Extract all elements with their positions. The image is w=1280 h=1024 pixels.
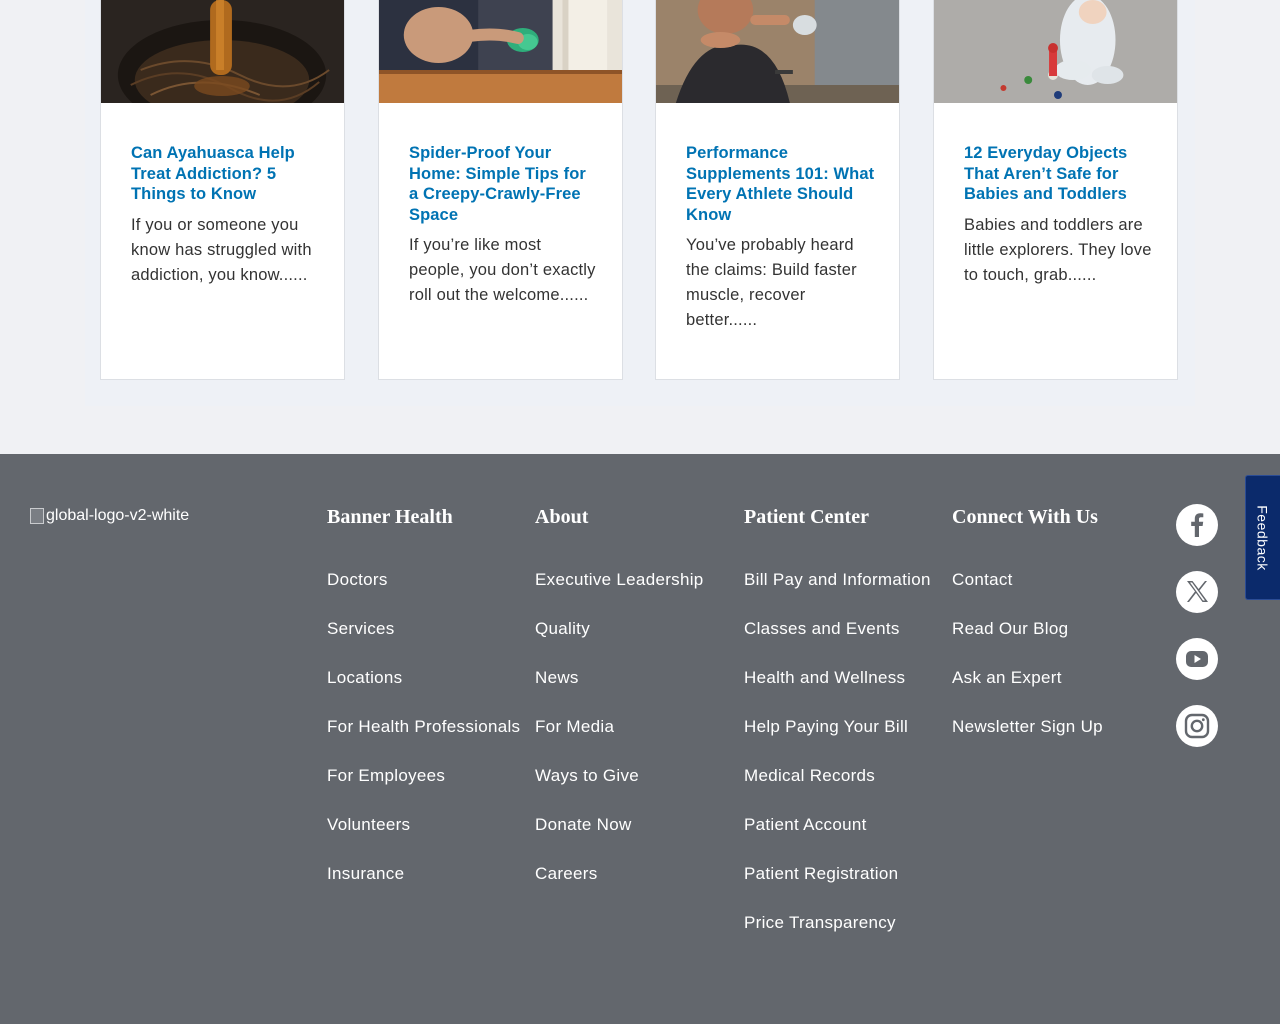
article-thumbnail[interactable] xyxy=(101,0,344,103)
article-excerpt: If you or someone you know has struggled… xyxy=(131,216,312,284)
footer-link-classes-events[interactable]: Classes and Events xyxy=(744,619,900,638)
youtube-icon[interactable] xyxy=(1176,638,1218,680)
article-thumbnail[interactable] xyxy=(656,0,899,103)
footer-link-help-paying[interactable]: Help Paying Your Bill xyxy=(744,717,908,736)
footer-link-contact[interactable]: Contact xyxy=(952,570,1013,589)
footer-link-ways-to-give[interactable]: Ways to Give xyxy=(535,766,639,785)
facebook-icon[interactable] xyxy=(1176,504,1218,546)
footer-link-volunteers[interactable]: Volunteers xyxy=(327,815,410,834)
footer-link-careers[interactable]: Careers xyxy=(535,864,598,883)
article-title[interactable]: Performance Supplements 101: What Every … xyxy=(686,143,876,225)
article-title[interactable]: Spider-Proof Your Home: Simple Tips for … xyxy=(409,143,599,225)
instagram-icon[interactable] xyxy=(1176,705,1218,747)
footer-link-employees[interactable]: For Employees xyxy=(327,766,445,785)
article-excerpt: Babies and toddlers are little explorers… xyxy=(964,216,1152,284)
footer-link-doctors[interactable]: Doctors xyxy=(327,570,388,589)
feedback-tab[interactable]: Feedback xyxy=(1245,475,1280,600)
footer-link-services[interactable]: Services xyxy=(327,619,395,638)
footer-link-donate-now[interactable]: Donate Now xyxy=(535,815,632,834)
article-thumbnail[interactable] xyxy=(934,0,1177,103)
footer-column-banner-health: Banner Health Doctors Services Locations… xyxy=(327,504,520,883)
article-title[interactable]: 12 Everyday Objects That Aren’t Safe for… xyxy=(964,143,1154,205)
footer-link-bill-pay[interactable]: Bill Pay and Information xyxy=(744,570,931,589)
footer-logo[interactable]: global-logo-v2-white xyxy=(30,507,189,525)
article-thumbnail[interactable] xyxy=(379,0,622,103)
feedback-label: Feedback xyxy=(1255,504,1272,571)
footer-link-news[interactable]: News xyxy=(535,668,579,687)
footer-link-health-professionals[interactable]: For Health Professionals xyxy=(327,717,520,736)
footer-column-about: About Executive Leadership Quality News … xyxy=(535,504,703,883)
logo-alt-text: global-logo-v2-white xyxy=(46,507,190,524)
x-icon[interactable] xyxy=(1176,571,1218,613)
footer-link-price-transparency[interactable]: Price Transparency xyxy=(744,913,896,932)
footer-column-heading: Patient Center xyxy=(744,506,869,528)
article-title[interactable]: Can Ayahuasca Help Treat Addiction? 5 Th… xyxy=(131,143,321,205)
footer-link-insurance[interactable]: Insurance xyxy=(327,864,404,883)
footer-link-health-wellness[interactable]: Health and Wellness xyxy=(744,668,905,687)
footer-column-connect: Connect With Us Contact Read Our Blog As… xyxy=(952,504,1103,736)
footer-link-quality[interactable]: Quality xyxy=(535,619,590,638)
footer-link-newsletter[interactable]: Newsletter Sign Up xyxy=(952,717,1103,736)
site-footer: global-logo-v2-white Banner Health Docto… xyxy=(0,454,1280,1024)
footer-column-heading: About xyxy=(535,506,589,528)
footer-link-patient-account[interactable]: Patient Account xyxy=(744,815,867,834)
footer-link-blog[interactable]: Read Our Blog xyxy=(952,619,1068,638)
footer-link-ask-expert[interactable]: Ask an Expert xyxy=(952,668,1062,687)
footer-link-patient-registration[interactable]: Patient Registration xyxy=(744,864,898,883)
footer-link-for-media[interactable]: For Media xyxy=(535,717,614,736)
broken-image-icon xyxy=(30,508,44,524)
article-card[interactable]: Spider-Proof Your Home: Simple Tips for … xyxy=(378,0,623,380)
article-card[interactable]: Can Ayahuasca Help Treat Addiction? 5 Th… xyxy=(100,0,345,380)
footer-link-medical-records[interactable]: Medical Records xyxy=(744,766,875,785)
article-excerpt: You’ve probably heard the claims: Build … xyxy=(686,236,857,329)
footer-column-heading: Connect With Us xyxy=(952,506,1098,528)
footer-column-patient-center: Patient Center Bill Pay and Information … xyxy=(744,504,930,932)
footer-link-executive-leadership[interactable]: Executive Leadership xyxy=(535,570,704,589)
article-card[interactable]: Performance Supplements 101: What Every … xyxy=(655,0,900,380)
article-card[interactable]: 12 Everyday Objects That Aren’t Safe for… xyxy=(933,0,1178,380)
article-excerpt: If you’re like most people, you don’t ex… xyxy=(409,236,596,304)
footer-link-locations[interactable]: Locations xyxy=(327,668,402,687)
footer-column-heading: Banner Health xyxy=(327,506,453,528)
